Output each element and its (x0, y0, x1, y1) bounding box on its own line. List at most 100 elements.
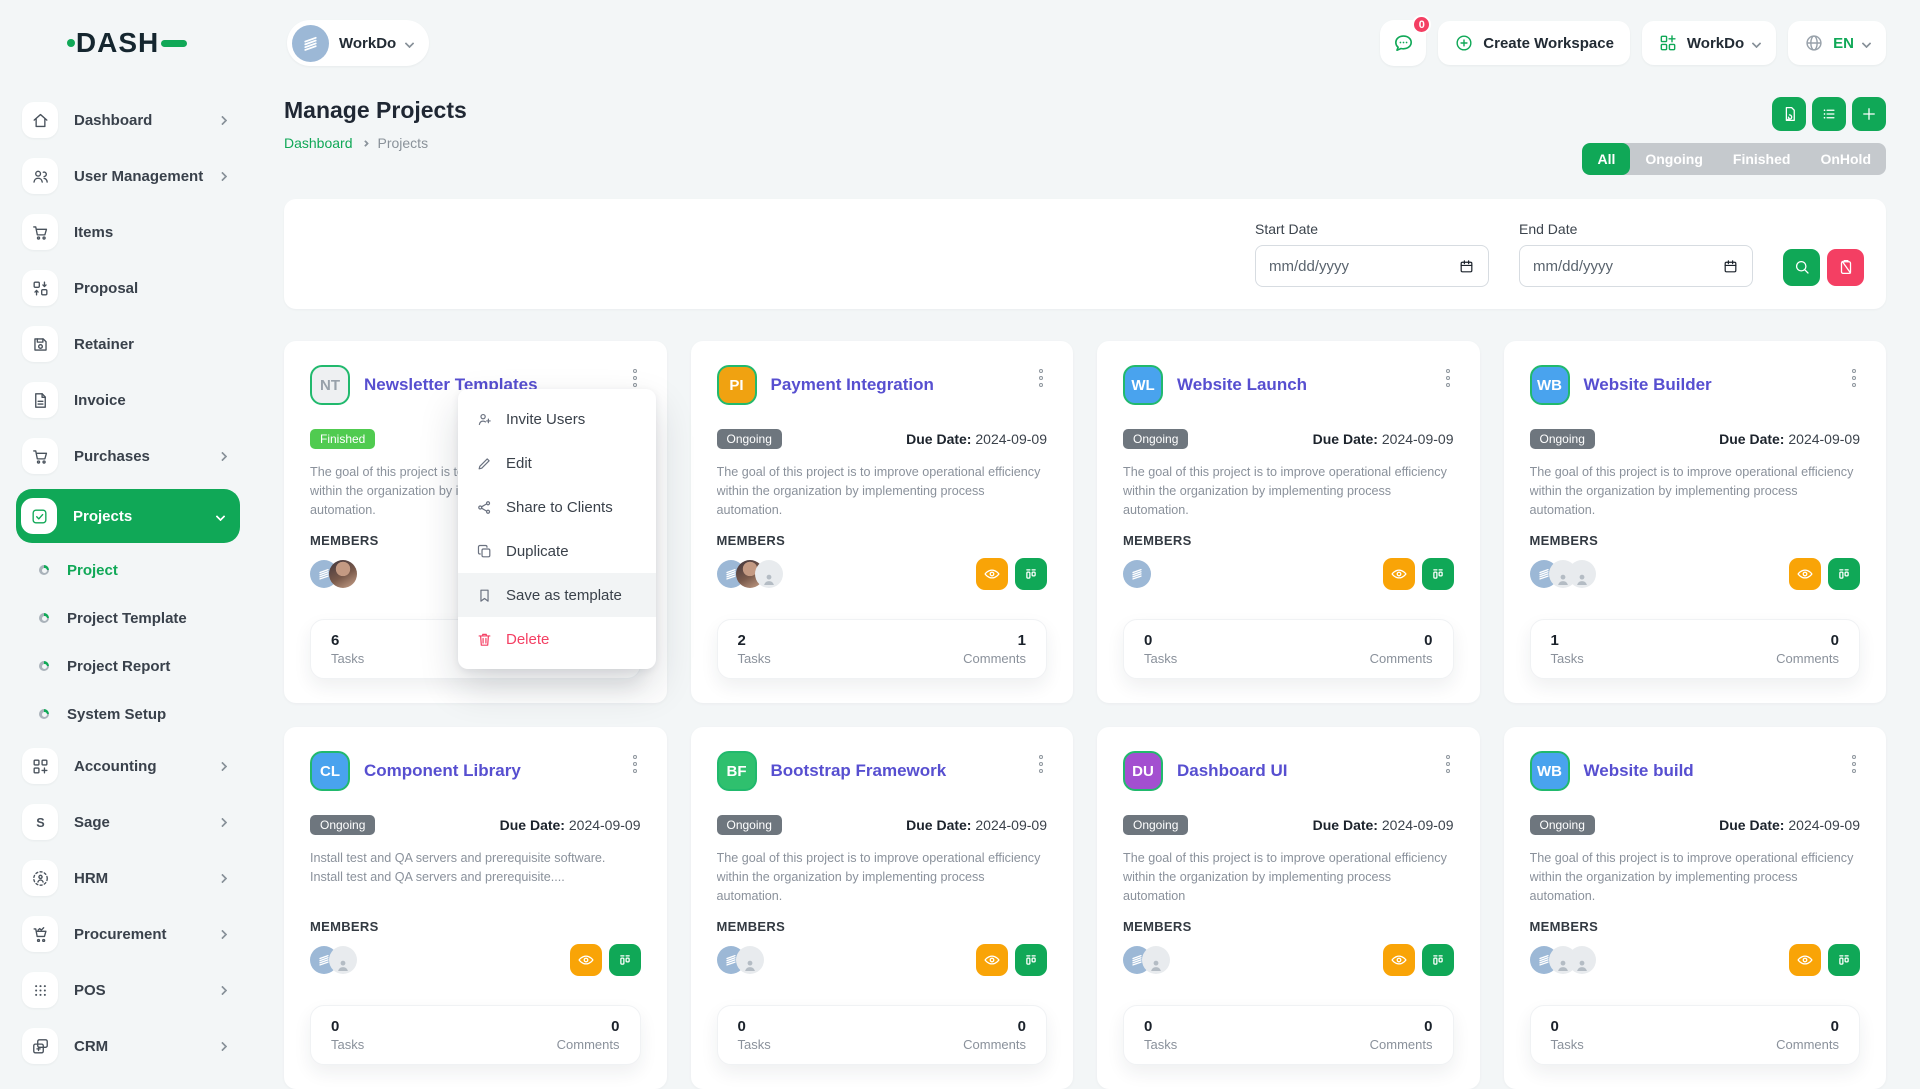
menu-item-edit[interactable]: Edit (458, 441, 656, 485)
menu-item-duplicate[interactable]: Duplicate (458, 529, 656, 573)
view-project-button[interactable] (1789, 558, 1821, 590)
menu-item-delete[interactable]: Delete (458, 617, 656, 661)
view-project-button[interactable] (1382, 558, 1415, 590)
card-menu-button[interactable] (1442, 365, 1454, 391)
project-card-newsletter-templates: NT Newsletter Templates Finished The goa… (284, 341, 667, 703)
end-date-input[interactable]: mm/dd/yyyy (1519, 245, 1753, 287)
eye-icon (577, 951, 595, 969)
view-project-button[interactable] (1382, 944, 1415, 976)
card-menu-button[interactable] (1035, 751, 1047, 777)
eye-icon (983, 565, 1001, 583)
list-view-button[interactable] (1812, 97, 1846, 131)
sidebar-item-proposal[interactable]: Proposal (16, 265, 240, 311)
status-badge: Ongoing (1123, 429, 1189, 449)
tab-ongoing[interactable]: Ongoing (1630, 143, 1718, 175)
view-project-button[interactable] (1789, 944, 1821, 976)
sidebar-subitem-project[interactable]: Project (16, 551, 240, 589)
sidebar-item-crm[interactable]: CRM (16, 1023, 240, 1069)
sidebar-item-items[interactable]: Items (16, 209, 240, 255)
card-menu-button[interactable] (629, 751, 641, 777)
sidebar-item-user-management[interactable]: User Management (16, 153, 240, 199)
sidebar-item-label: Proposal (74, 279, 139, 297)
card-menu-button[interactable] (1442, 751, 1454, 777)
copy-template-button[interactable] (1772, 97, 1806, 131)
kanban-board-button[interactable] (1015, 944, 1047, 976)
card-menu-button[interactable] (629, 365, 641, 391)
sidebar-subitem-project-template[interactable]: Project Template (16, 599, 240, 637)
create-workspace-button[interactable]: Create Workspace (1438, 21, 1630, 65)
breadcrumb: Dashboard Projects (284, 135, 467, 151)
project-title-link[interactable]: Dashboard UI (1177, 761, 1288, 781)
view-project-button[interactable] (976, 944, 1008, 976)
kanban-board-button[interactable] (1421, 558, 1454, 590)
project-title-link[interactable]: Website Launch (1177, 375, 1307, 395)
app-menu-button[interactable]: WorkDo (1641, 21, 1777, 65)
reset-filter-button[interactable] (1827, 248, 1864, 286)
kanban-board-button[interactable] (608, 944, 641, 976)
sidebar-item-invoice[interactable]: Invoice (16, 377, 240, 423)
sidebar-item-dashboard[interactable]: Dashboard (16, 97, 240, 143)
sidebar-item-procurement[interactable]: Procurement (16, 911, 240, 957)
project-description: The goal of this project is to improve o… (1529, 465, 1854, 517)
logo-text: DASH (75, 27, 160, 58)
menu-item-invite-users[interactable]: Invite Users (458, 397, 656, 441)
project-title-link[interactable]: Website Builder (1584, 375, 1712, 395)
menu-item-share-to-clients[interactable]: Share to Clients (458, 485, 656, 529)
project-title-link[interactable]: Bootstrap Framework (771, 761, 947, 781)
messages-button[interactable]: 0 (1380, 15, 1432, 66)
calendar-icon[interactable] (1458, 258, 1475, 275)
tab-all[interactable]: All (1582, 143, 1631, 175)
chevron-right-icon (217, 985, 228, 995)
bullet-icon (39, 661, 49, 671)
view-project-button[interactable] (976, 558, 1008, 590)
tab-finished[interactable]: Finished (1718, 143, 1806, 175)
kanban-board-button[interactable] (1828, 558, 1860, 590)
sidebar-item-accounting[interactable]: Accounting (16, 743, 240, 789)
app-logo[interactable]: DASH (67, 27, 187, 59)
search-button[interactable] (1783, 248, 1820, 286)
member-avatar-photo (329, 560, 357, 588)
apps-plus-icon (1658, 33, 1678, 53)
sidebar-subitem-system-setup[interactable]: System Setup (16, 695, 240, 733)
tasks-count: 0 (331, 1018, 340, 1035)
invite-users-icon (476, 411, 493, 428)
menu-item-save-as-template[interactable]: Save as template (458, 573, 656, 617)
card-menu-button[interactable] (1848, 365, 1860, 391)
tasks-count: 2 (737, 632, 746, 649)
workspace-switcher[interactable]: WorkDo (287, 20, 430, 66)
sidebar-item-purchases[interactable]: Purchases (16, 433, 240, 479)
sidebar-subitem-project-report[interactable]: Project Report (16, 647, 240, 685)
share-icon (476, 499, 493, 516)
start-date-placeholder: mm/dd/yyyy (1269, 257, 1350, 275)
card-menu-button[interactable] (1848, 751, 1860, 777)
person-icon (1147, 956, 1165, 974)
copy-template-icon (1780, 105, 1798, 123)
view-project-button[interactable] (569, 944, 602, 976)
sidebar-item-projects[interactable]: Projects (16, 489, 240, 543)
card-actions (1789, 944, 1860, 976)
sidebar-item-retainer[interactable]: Retainer (16, 321, 240, 367)
calendar-icon[interactable] (1722, 258, 1739, 275)
project-title-link[interactable]: Website build (1584, 761, 1694, 781)
tab-onhold[interactable]: OnHold (1805, 143, 1886, 175)
language-selector[interactable]: EN (1788, 21, 1886, 65)
sidebar-item-pos[interactable]: POS (16, 967, 240, 1013)
kanban-board-button[interactable] (1421, 944, 1454, 976)
project-title-link[interactable]: Payment Integration (771, 375, 934, 395)
add-project-button[interactable] (1852, 97, 1886, 131)
project-description: Install test and QA servers and prerequi… (310, 851, 606, 884)
start-date-input[interactable]: mm/dd/yyyy (1255, 245, 1489, 287)
card-menu-button[interactable] (1035, 365, 1047, 391)
kanban-board-button[interactable] (1015, 558, 1047, 590)
breadcrumb-home-link[interactable]: Dashboard (284, 135, 353, 151)
card-context-menu: Invite Users Edit Share to Clients Dupli… (458, 389, 656, 669)
due-date: Due Date: 2024-09-09 (906, 431, 1047, 447)
tasks-label: Tasks (737, 651, 771, 666)
card-actions (976, 558, 1047, 590)
project-card-website-build: WB Website build Ongoing Due Date: 2024-… (1503, 727, 1886, 1089)
project-title-link[interactable]: Component Library (364, 761, 521, 781)
kanban-board-button[interactable] (1828, 944, 1860, 976)
sidebar-item-sage[interactable]: S Sage (16, 799, 240, 845)
project-avatar: DU (1123, 751, 1163, 791)
sidebar-item-hrm[interactable]: HRM (16, 855, 240, 901)
